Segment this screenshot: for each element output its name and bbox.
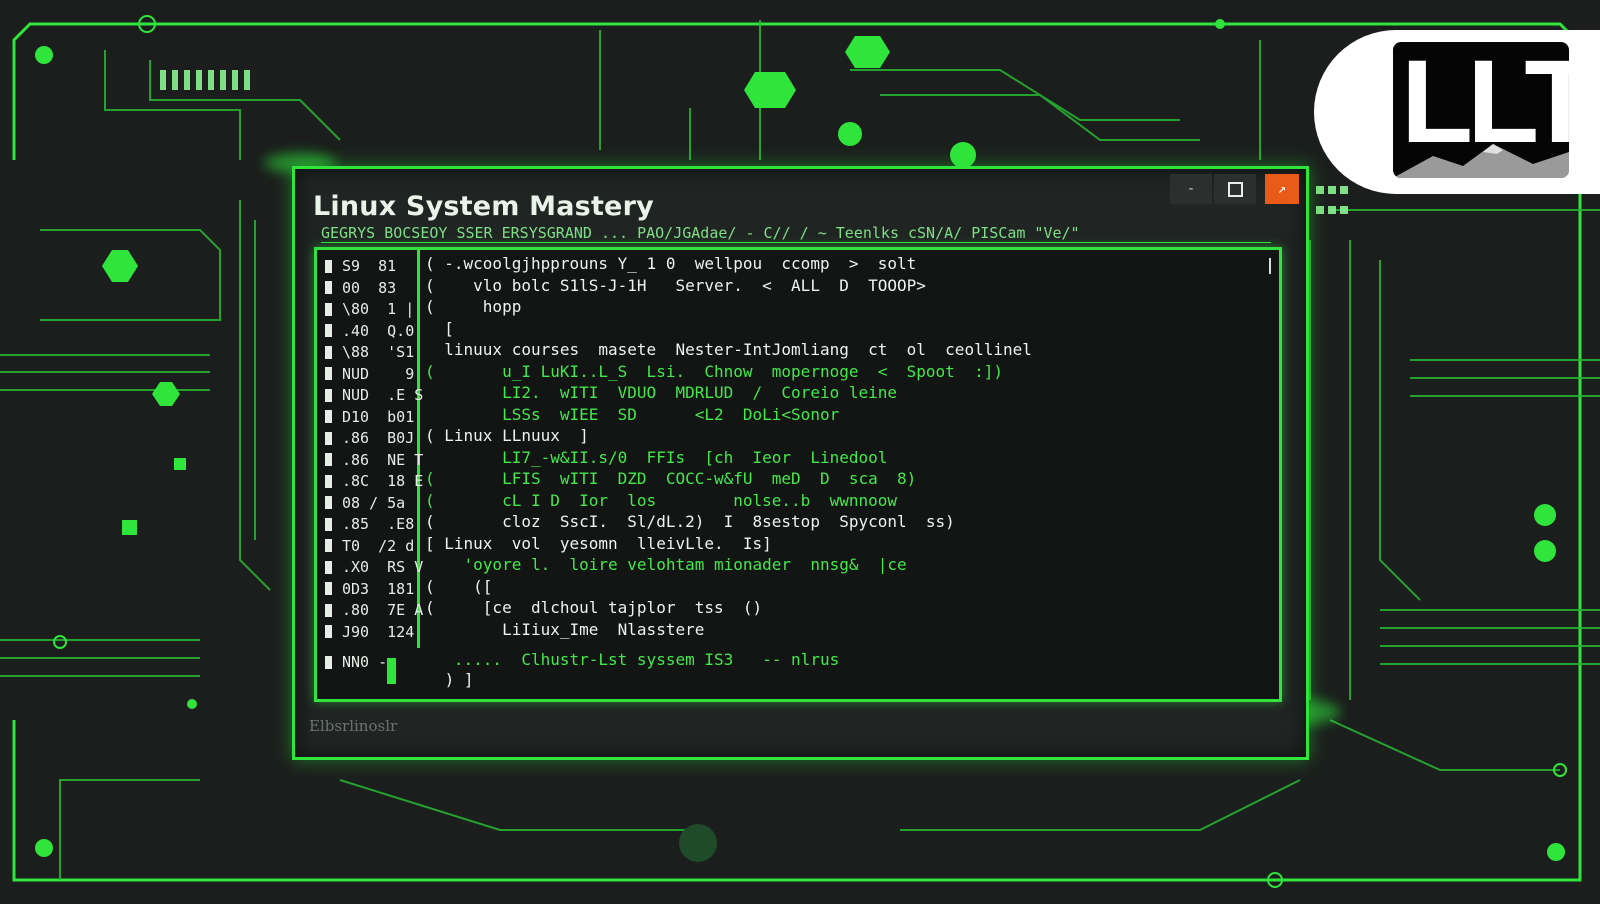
- gutter-row: .86 NE T: [325, 450, 423, 470]
- gutter-label: T0 /2 d: [342, 536, 415, 555]
- window-title: Linux System Mastery: [313, 191, 654, 222]
- minimize-button[interactable]: -: [1170, 174, 1212, 204]
- terminal-closing-line: ) ]: [435, 670, 474, 689]
- terminal-window: Linux System Mastery - ↗ GEGRYS BOCSEOY …: [292, 166, 1309, 760]
- gutter-label: J90 124: [342, 622, 415, 641]
- gutter-marker: [325, 259, 332, 273]
- gutter-row: .8C 18 E: [325, 471, 423, 491]
- gutter-row: .86 B0J: [325, 428, 414, 448]
- terminal-line: LiIiux_Ime Nlasstere: [425, 619, 705, 639]
- gutter-label: D10 b01: [342, 407, 415, 426]
- terminal-panel[interactable]: S9 81 00 83 \80 1 | .40 Q.0 \88 'S1 NUD 9 NUD …: [314, 247, 1282, 702]
- gutter-marker: [325, 582, 332, 595]
- terminal-line: ( cL I D Ior los nolse..b wwnnoow: [425, 490, 898, 510]
- terminal-line: ( ([: [425, 576, 493, 596]
- gutter-row: .80 7E A: [325, 600, 423, 620]
- gutter-row: T0 /2 d: [325, 536, 414, 556]
- gutter-marker: [325, 388, 332, 402]
- gutter-label: .86 B0J: [342, 429, 415, 447]
- gutter-marker: [325, 560, 332, 574]
- gutter-label: \80 1 |: [342, 300, 415, 318]
- gutter-row: 08 / 5a: [325, 493, 405, 513]
- path-bar: GEGRYS BOCSEOY SSER ERSYSGRAND ... PAO/J…: [321, 224, 1271, 243]
- gutter-label: 0D3 181: [342, 579, 415, 598]
- terminal-line: ( cloz SscI. Sl/dL.2) I 8sestop Spyconl …: [425, 512, 955, 531]
- terminal-line: LSSs wIEE SD <L2 DoLi<Sonor: [425, 404, 840, 424]
- gutter-label: .80 7E A: [342, 601, 424, 619]
- gutter-row: S9 81: [325, 256, 396, 276]
- terminal-line: ( Linux LLnuux ]: [425, 426, 589, 445]
- terminal-line: 'oyore l. loire velohtam mionader nnsg& …: [425, 555, 907, 574]
- gutter-row: \88 'S1: [325, 342, 414, 362]
- terminal-line: ( hopp: [425, 297, 522, 316]
- cursor: [387, 658, 396, 684]
- terminal-line: LI2. wITI VDUO MDRLUD / Coreio leine: [425, 383, 898, 402]
- gutter-marker: [325, 281, 332, 294]
- terminal-line: ( u_I LuKI..L_S Lsi. Chnow mopernoge < S…: [425, 361, 1003, 381]
- close-button[interactable]: ↗: [1265, 174, 1299, 204]
- gutter-marker: [325, 625, 332, 638]
- terminal-line: ( LFIS wITI DZD COCC-w&fU meD D sca 8): [425, 469, 917, 488]
- terminal-line: ( [ce dlchoul tajplor tss (): [425, 598, 763, 617]
- gutter-label: .X0 RS V: [342, 558, 424, 576]
- gutter-marker: [325, 539, 332, 552]
- gutter-label: 00 83: [342, 278, 397, 297]
- gutter-row: \80 1 |: [325, 299, 414, 319]
- gutter-row: 0D3 181: [325, 579, 414, 599]
- gutter-marker: [325, 410, 332, 423]
- gutter-row: .85 .E8: [325, 514, 414, 534]
- gutter-marker: [325, 367, 332, 380]
- gutter-row: NUD .E S: [325, 385, 423, 405]
- terminal-footer-line: ..... Clhustr-Lst syssem IS3 -- nlrus: [425, 650, 840, 669]
- gutter-marker: [325, 474, 332, 488]
- gutter-marker: [325, 453, 332, 466]
- gutter-row: 00 83: [325, 278, 396, 298]
- gutter-row: J90 124: [325, 622, 414, 642]
- gutter-label: .86 NE T: [342, 450, 424, 469]
- gutter-marker: [325, 517, 332, 531]
- gutter-label: .85 .E8: [342, 515, 415, 533]
- terminal-line: [: [425, 318, 454, 338]
- terminal-line: [ Linux vol yesomn lleivLle. Is]: [425, 533, 772, 553]
- gutter-label: \88 'S1: [342, 343, 415, 361]
- line-gutter: S9 81 00 83 \80 1 | .40 Q.0 \88 'S1 NUD 9 NUD …: [317, 250, 423, 648]
- terminal-line: LI7_-w&II.s/0 FFIs [ch Ieor Linedool: [425, 447, 888, 467]
- logo-badge: LLT: [1314, 30, 1600, 194]
- gutter-footer: NN0 -: [325, 652, 387, 672]
- gutter-marker: [325, 603, 332, 617]
- gutter-row: .X0 RS V: [325, 557, 423, 577]
- close-icon: ↗: [1277, 181, 1287, 197]
- gutter-label: NUD 9: [342, 364, 415, 383]
- terminal-line: ( -.wcoolgjhpprouns Y_ 1 0 wellpou ccomp…: [425, 254, 917, 273]
- terminal-line: linuux courses masete Nester-IntJomliang…: [425, 340, 1032, 359]
- gutter-label: 08 / 5a: [342, 493, 406, 512]
- gutter-row: .40 Q.0: [325, 321, 414, 341]
- gutter-label: .8C 18 E: [342, 472, 424, 490]
- gutter-marker: [325, 302, 332, 316]
- scrollbar[interactable]: [1269, 258, 1271, 274]
- gutter-label: NN0 -: [342, 653, 388, 671]
- minimize-icon: -: [1186, 181, 1196, 197]
- maximize-icon: [1227, 181, 1243, 197]
- maximize-button[interactable]: [1214, 174, 1256, 204]
- gutter-marker: [325, 431, 332, 445]
- gutter-marker: [325, 324, 332, 337]
- gutter-marker: [325, 345, 332, 359]
- gutter-label: .40 Q.0: [342, 321, 415, 340]
- mountain-icon: [1393, 144, 1569, 178]
- gutter-marker: [325, 655, 332, 669]
- terminal-line: ( vlo bolc S1lS-J-1H Server. < ALL D TOO…: [425, 275, 926, 295]
- gutter-row: NUD 9: [325, 364, 414, 384]
- gutter-row: D10 b01: [325, 407, 414, 427]
- gutter-label: NUD .E S: [342, 386, 424, 404]
- gutter-label: S9 81: [342, 257, 397, 275]
- llt-logo: LLT: [1393, 42, 1569, 178]
- gutter-marker: [325, 496, 332, 509]
- status-text: Elbsrlinoslr: [309, 717, 398, 735]
